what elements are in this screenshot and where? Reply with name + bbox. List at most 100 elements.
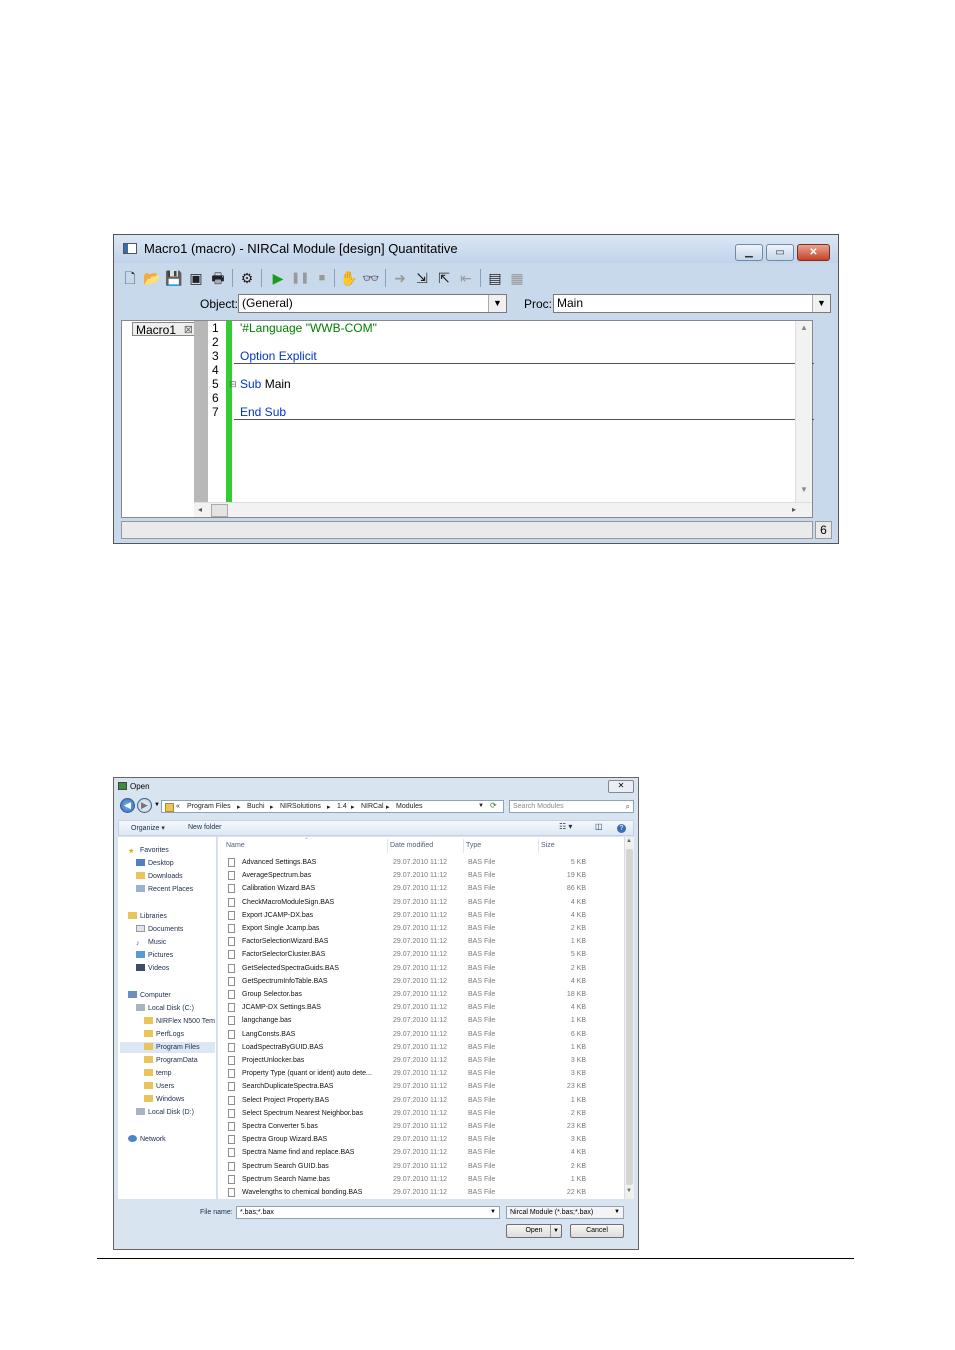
step-over-icon[interactable]: ⇱ — [435, 269, 453, 287]
file-row[interactable]: Group Selector.bas 29.07.2010 11:12 BAS Fi… — [226, 988, 618, 1001]
file-row[interactable]: Spectrum Search Name.bas 29.07.2010 11:12… — [226, 1173, 618, 1186]
file-row[interactable]: Calibration Wizard.BAS 29.07.2010 11:12 BA… — [226, 882, 618, 895]
file-row[interactable]: Spectra Group Wizard.BAS 29.07.2010 11:12… — [226, 1133, 618, 1146]
new-folder-button[interactable]: New folder — [188, 824, 221, 831]
search-input[interactable]: Search Modules ⌕ — [509, 800, 634, 813]
nav-local-disk-c[interactable]: Local Disk (C:) — [136, 1003, 194, 1014]
scroll-thumb[interactable] — [626, 849, 633, 1185]
breadcrumb-modules[interactable]: Modules — [396, 803, 422, 810]
nav-local-disk-d[interactable]: Local Disk (D:) — [136, 1107, 194, 1118]
minimize-button[interactable]: ▁ — [735, 244, 763, 261]
forward-button[interactable]: ▶ — [137, 798, 152, 813]
maximize-button[interactable]: ▭ — [766, 244, 794, 261]
back-button[interactable]: ◀ — [120, 798, 135, 813]
file-row[interactable]: LoadSpectraByGUID.BAS 29.07.2010 11:12 BAS… — [226, 1041, 618, 1054]
column-header-name[interactable]: Name — [226, 842, 245, 849]
nav-program-files[interactable]: Program Files — [120, 1042, 215, 1053]
nav-nirflex-folder[interactable]: NIRFlex N500 Tem — [144, 1016, 215, 1027]
address-dropdown-icon[interactable]: ▼ — [478, 803, 484, 809]
cancel-button[interactable]: Cancel — [570, 1224, 624, 1238]
nav-computer[interactable]: Computer — [128, 990, 171, 1001]
scroll-right-icon[interactable]: ▸ — [792, 505, 796, 514]
file-row[interactable]: CheckMacroModuleSign.BAS 29.07.2010 11:12… — [226, 896, 618, 909]
nav-users[interactable]: Users — [144, 1081, 174, 1092]
open-folder-icon[interactable]: 📂 — [143, 269, 161, 287]
scroll-left-icon[interactable]: ◂ — [198, 505, 202, 514]
file-name-field[interactable]: *.bas;*.bax ▼ — [236, 1206, 500, 1219]
file-row[interactable]: Spectra Converter 5.bas 29.07.2010 11:12 B… — [226, 1120, 618, 1133]
proc-dropdown[interactable]: Main ▼ — [553, 294, 831, 313]
breadcrumb-buchi[interactable]: Buchi — [247, 803, 265, 810]
nav-videos[interactable]: Videos — [136, 963, 169, 974]
organize-button[interactable]: Organize ▾ — [131, 824, 165, 832]
file-row[interactable]: FactorSelectorCluster.BAS 29.07.2010 11:1… — [226, 948, 618, 961]
file-row[interactable]: Wavelengths to chemical bonding.BAS 29.07… — [226, 1186, 618, 1199]
column-divider[interactable] — [538, 839, 539, 853]
watch-glasses-icon[interactable]: 👓 — [362, 269, 380, 287]
column-divider[interactable] — [463, 839, 464, 853]
nav-desktop[interactable]: Desktop — [136, 858, 174, 869]
help-icon[interactable]: ? — [617, 824, 626, 833]
breadcrumb-nircal[interactable]: NIRCal — [361, 803, 384, 810]
preview-pane-icon[interactable]: ◫ — [595, 822, 603, 831]
breadcrumb-separator[interactable]: ▸ — [237, 803, 241, 811]
file-row[interactable]: JCAMP-DX Settings.BAS 29.07.2010 11:12 BAS… — [226, 1001, 618, 1014]
file-row[interactable]: GetSpectrumInfoTable.BAS 29.07.2010 11:12… — [226, 975, 618, 988]
collapse-icon[interactable]: ⊟ — [229, 379, 237, 390]
file-row[interactable]: Select Spectrum Nearest Neighbor.bas 29.0… — [226, 1107, 618, 1120]
file-row[interactable]: Export JCAMP-DX.bas 29.07.2010 11:12 BAS F… — [226, 909, 618, 922]
nav-documents[interactable]: Documents — [136, 924, 183, 935]
save-icon[interactable]: 💾 — [165, 269, 183, 287]
nav-libraries[interactable]: Libraries — [128, 911, 167, 922]
close-button[interactable]: ✕ — [608, 780, 634, 793]
file-list-scrollbar[interactable]: ▲ ▼ — [624, 837, 634, 1199]
nav-music[interactable]: ♪ Music — [136, 937, 166, 948]
breadcrumb-version[interactable]: 1.4 — [337, 803, 347, 810]
breadcrumb-separator[interactable]: ▸ — [270, 803, 274, 811]
file-row[interactable]: ProjectUnlocker.bas 29.07.2010 11:12 BAS F… — [226, 1054, 618, 1067]
file-row[interactable]: LangConsts.BAS 29.07.2010 11:12 BAS File 6 … — [226, 1028, 618, 1041]
chevron-down-icon[interactable]: ▼ — [614, 1207, 620, 1218]
nav-temp[interactable]: temp — [144, 1068, 172, 1079]
file-row[interactable]: Spectrum Search GUID.bas 29.07.2010 11:12… — [226, 1160, 618, 1173]
nav-network[interactable]: Network — [128, 1134, 166, 1145]
breadcrumb-program-files[interactable]: Program Files — [187, 803, 231, 810]
open-split-arrow-icon[interactable]: ▼ — [550, 1225, 561, 1237]
step-arrow-icon[interactable]: ➜ — [391, 269, 409, 287]
run-icon[interactable]: ▶ — [269, 269, 287, 287]
scroll-up-icon[interactable]: ▲ — [800, 323, 808, 332]
chevron-down-icon[interactable]: ▼ — [490, 1207, 496, 1218]
references-icon[interactable]: ▦ — [508, 269, 526, 287]
breadcrumb-separator[interactable]: ▸ — [351, 803, 355, 811]
column-header-date[interactable]: Date modified — [390, 842, 433, 849]
address-bar[interactable]: « Program Files ▸ Buchi ▸ NIRSolutions ▸… — [161, 800, 504, 813]
breadcrumb-nirsolutions[interactable]: NIRSolutions — [280, 803, 321, 810]
tab-macro1[interactable]: Macro1 ⊠ — [132, 322, 197, 337]
scroll-down-icon[interactable]: ▼ — [800, 485, 808, 494]
nav-windows[interactable]: Windows — [144, 1094, 184, 1105]
nav-downloads[interactable]: Downloads — [136, 871, 183, 882]
chevron-down-icon[interactable]: ▼ — [812, 295, 830, 312]
nav-perflogs[interactable]: PerfLogs — [144, 1029, 184, 1040]
object-dropdown[interactable]: (General) ▼ — [238, 294, 507, 313]
column-header-size[interactable]: Size — [541, 842, 555, 849]
vertical-scrollbar[interactable]: ▲ ▼ — [795, 321, 812, 503]
dialog-editor-icon[interactable]: ⚙ — [238, 269, 256, 287]
step-out-icon[interactable]: ⇤ — [457, 269, 475, 287]
column-header-type[interactable]: Type — [466, 842, 481, 849]
hand-breakpoint-icon[interactable]: ✋ — [340, 269, 358, 287]
print-icon[interactable]: 🖶 — [209, 269, 227, 287]
file-row[interactable]: langchange.bas 29.07.2010 11:12 BAS File 1 … — [226, 1014, 618, 1027]
file-row[interactable]: Advanced Settings.BAS 29.07.2010 11:12 BAS… — [226, 856, 618, 869]
pause-icon[interactable]: ❚❚ — [291, 269, 309, 287]
file-row[interactable]: AverageSpectrum.bas 29.07.2010 11:12 BAS F… — [226, 869, 618, 882]
file-row[interactable]: FactorSelectionWizard.BAS 29.07.2010 11:1… — [226, 935, 618, 948]
horizontal-scrollbar[interactable]: ◂ ▸ — [194, 502, 812, 517]
new-file-icon[interactable]: 🗋 — [121, 269, 139, 287]
nav-programdata[interactable]: ProgramData — [144, 1055, 198, 1066]
column-divider[interactable] — [387, 839, 388, 853]
file-row[interactable]: SearchDuplicateSpectra.BAS 29.07.2010 11:… — [226, 1080, 618, 1093]
file-row[interactable]: Spectra Name find and replace.BAS 29.07.2… — [226, 1146, 618, 1159]
save-all-icon[interactable]: ▣ — [187, 269, 205, 287]
file-row[interactable]: Export Single Jcamp.bas 29.07.2010 11:12 B… — [226, 922, 618, 935]
